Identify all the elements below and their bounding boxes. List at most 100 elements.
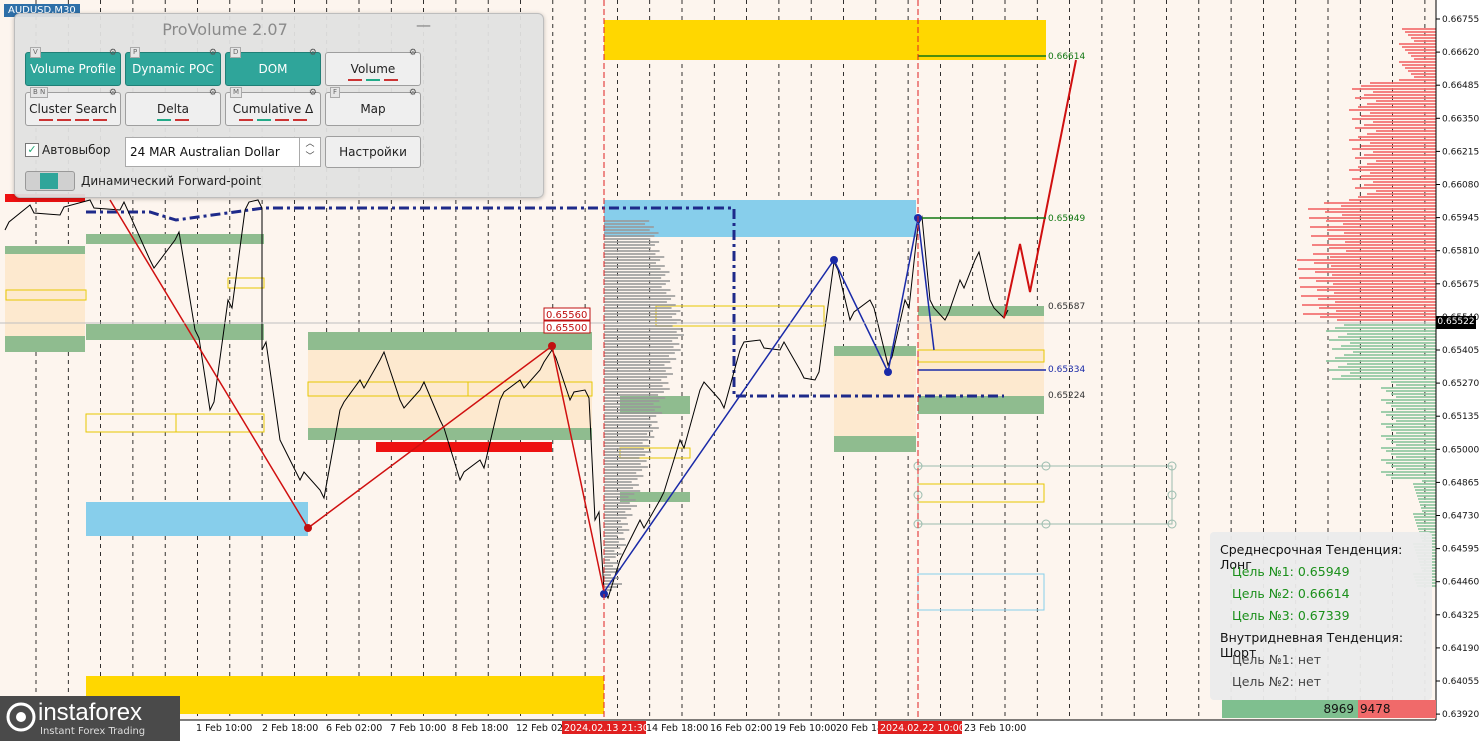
price-tick: 0.65000 — [1442, 445, 1479, 455]
hotkey-badge: B N — [30, 87, 49, 98]
range-zone-3 — [834, 350, 916, 448]
hotkey-badge: F — [330, 87, 341, 98]
blue-zone-lower — [86, 502, 308, 536]
short-target-1: Цель №1: нет — [1232, 652, 1322, 667]
button-label: Cluster Search — [29, 102, 117, 116]
short-target-2: Цель №2: нет — [1232, 674, 1322, 689]
settings-button[interactable]: Настройки — [325, 136, 421, 168]
level-label: 0.66614 — [1048, 52, 1085, 62]
instrument-select[interactable]: 24 MAR Australian Dollar ︿ ﹀ — [125, 137, 321, 167]
yellow-zone-top — [604, 20, 1046, 60]
price-tick: 0.64190 — [1442, 644, 1479, 654]
hotkey-badge: P — [130, 47, 141, 58]
toggle-knob — [40, 173, 58, 189]
time-tick: 8 Feb 18:00 — [452, 723, 508, 734]
price-tick: 0.66485 — [1442, 81, 1479, 91]
instrument-value: 24 MAR Australian Dollar — [130, 145, 280, 159]
chevron-up-icon[interactable]: ︿ — [300, 138, 320, 151]
dom-button[interactable]: D ⚙ DOM — [225, 47, 321, 86]
dynamic-poc-button[interactable]: P ⚙ Dynamic POC — [125, 47, 221, 86]
current-price-label: 0.65522 — [1437, 317, 1475, 327]
price-tick: 0.65810 — [1442, 247, 1479, 257]
green-band — [5, 336, 85, 352]
gear-icon[interactable]: ⚙ — [209, 48, 217, 58]
time-tick: 14 Feb 18:00 — [646, 723, 708, 734]
long-target-2: Цель №2: 0.66614 — [1232, 586, 1350, 601]
time-tick: 6 Feb 02:00 — [326, 723, 382, 734]
level-label: 0.65587 — [1048, 302, 1085, 312]
time-tick: 2024.02.22 10:00 — [880, 723, 965, 734]
price-tick: 0.66620 — [1442, 48, 1479, 58]
indicator-dots — [234, 119, 312, 122]
logo-mark-icon — [6, 702, 36, 732]
time-tick: 16 Feb 02:00 — [710, 723, 772, 734]
button-label: Dynamic POC — [132, 62, 214, 76]
green-band — [834, 346, 916, 356]
price-tick: 0.64325 — [1442, 611, 1479, 621]
time-tick: 2024.02.13 21:30 — [564, 723, 649, 734]
price-tick: 0.64865 — [1442, 478, 1479, 488]
gear-icon[interactable]: ⚙ — [209, 88, 217, 98]
button-label: DOM — [258, 62, 288, 76]
button-label: Volume Profile — [30, 62, 116, 76]
hotkey-badge: V — [30, 47, 41, 58]
blue-zone-upper — [604, 200, 916, 237]
price-tick: 0.65135 — [1442, 412, 1479, 422]
green-band — [5, 246, 85, 254]
gear-icon[interactable]: ⚙ — [109, 88, 117, 98]
current-price-tag: 0.65522 — [1436, 316, 1476, 329]
chevron-down-icon[interactable]: ﹀ — [300, 151, 320, 164]
volume-profile-button[interactable]: V ⚙ Volume Profile — [25, 47, 121, 86]
delta-button[interactable]: ⚙ Delta — [125, 88, 221, 126]
price-tick: 0.65270 — [1442, 379, 1479, 389]
buy-count: 8969 — [1222, 700, 1358, 718]
indicator-dots — [134, 119, 212, 122]
time-tick: 23 Feb 10:00 — [964, 723, 1026, 734]
auto-select-label: Автовыбор — [42, 143, 111, 157]
box-label: 0.65500 — [546, 323, 587, 334]
logo-tagline: Instant Forex Trading — [40, 726, 146, 737]
volume-counts: 8969 9478 — [1222, 700, 1436, 718]
instrument-spinner[interactable]: ︿ ﹀ — [299, 138, 320, 166]
box-label: 0.65560 — [546, 310, 587, 321]
cumulative-delta-button[interactable]: M ⚙ Cumulative Δ — [225, 87, 321, 126]
green-band — [308, 428, 592, 440]
gear-icon[interactable]: ⚙ — [109, 48, 117, 58]
price-tick: 0.64595 — [1442, 545, 1479, 555]
map-button[interactable]: F ⚙ Map — [325, 87, 421, 126]
button-label: Map — [360, 102, 386, 116]
gear-icon[interactable]: ⚙ — [409, 88, 417, 98]
forward-point-toggle[interactable] — [25, 171, 75, 191]
panel-title: ProVolume 2.07 — [162, 20, 288, 39]
price-axis[interactable] — [1436, 0, 1484, 741]
price-tick: 0.64730 — [1442, 512, 1479, 522]
red-bar — [376, 442, 552, 452]
long-target-3: Цель №3: 0.67339 — [1232, 608, 1350, 623]
button-label: Volume — [350, 62, 396, 76]
time-tick: 1 Feb 10:00 — [196, 723, 252, 734]
sell-count: 9478 — [1358, 700, 1436, 718]
button-label: Cumulative Δ — [232, 102, 314, 116]
level-label: 0.65334 — [1048, 365, 1085, 375]
provolume-panel[interactable]: ProVolume 2.07 — V ⚙ Volume Profile P ⚙ … — [14, 13, 544, 198]
indicator-dots — [34, 119, 112, 122]
auto-select-checkbox[interactable]: ✓ — [25, 143, 39, 157]
price-tick: 0.66350 — [1442, 114, 1479, 124]
gear-icon[interactable]: ⚙ — [409, 48, 417, 58]
indicator-dots — [334, 79, 412, 82]
time-tick: 19 Feb 10:00 — [774, 723, 836, 734]
price-tick: 0.66755 — [1442, 15, 1479, 25]
green-band — [86, 324, 264, 340]
volume-button[interactable]: ⚙ Volume — [325, 48, 421, 86]
gear-icon[interactable]: ⚙ — [309, 48, 317, 58]
gear-icon[interactable]: ⚙ — [309, 88, 317, 98]
box-labels: 0.65560 0.65500 — [543, 307, 591, 334]
level-label: 0.65224 — [1048, 391, 1085, 401]
level-label: 0.65949 — [1048, 214, 1085, 224]
forward-point-label: Динамический Forward-point — [81, 174, 262, 188]
price-tick: 0.64460 — [1442, 578, 1479, 588]
minimize-button[interactable]: — — [416, 16, 431, 34]
cluster-search-button[interactable]: B N ⚙ Cluster Search — [25, 87, 121, 126]
hotkey-badge: D — [230, 47, 242, 58]
long-target-1: Цель №1: 0.65949 — [1232, 564, 1350, 579]
